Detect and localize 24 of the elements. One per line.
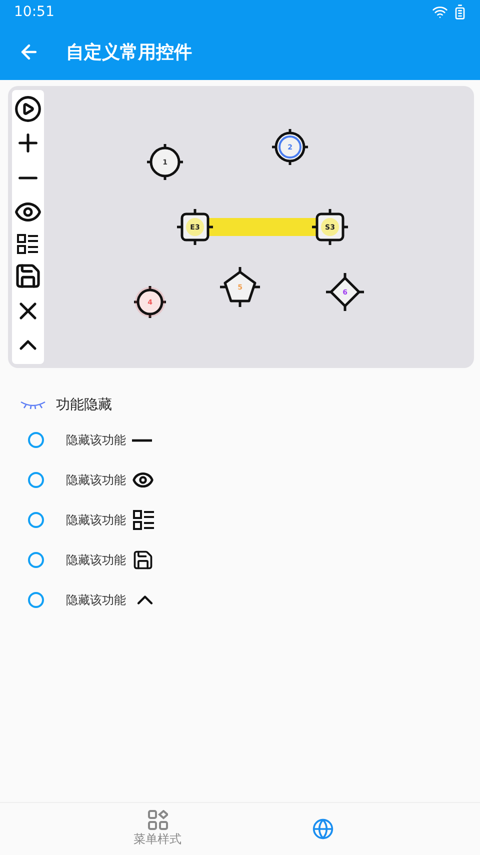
section-title: 功能隐藏: [56, 396, 112, 414]
play-icon[interactable]: [14, 95, 42, 124]
closed-eye-icon: [20, 400, 46, 410]
wifi-icon: [432, 4, 448, 20]
option-label: 隐藏该功能: [66, 592, 126, 608]
option-label: 隐藏该功能: [66, 472, 126, 488]
save-icon: [132, 549, 154, 571]
save-icon[interactable]: [14, 262, 42, 290]
list-icon[interactable]: [16, 232, 40, 256]
option-label: 隐藏该功能: [66, 512, 126, 528]
page-title: 自定义常用控件: [66, 41, 192, 64]
radio-button[interactable]: [28, 552, 44, 568]
option-label: 隐藏该功能: [66, 432, 126, 448]
option-label: 隐藏该功能: [66, 552, 126, 568]
minus-icon: [132, 438, 152, 442]
globe-icon: [312, 818, 334, 840]
radio-button[interactable]: [28, 592, 44, 608]
nav-tab[interactable]: 菜单样式: [75, 803, 240, 855]
radio-button[interactable]: [28, 512, 44, 528]
list-icon: [132, 508, 156, 532]
radio-button[interactable]: [28, 432, 44, 448]
status-time: 10:51: [14, 4, 54, 20]
radio-button[interactable]: [28, 472, 44, 488]
shapes-icon: [148, 810, 168, 830]
